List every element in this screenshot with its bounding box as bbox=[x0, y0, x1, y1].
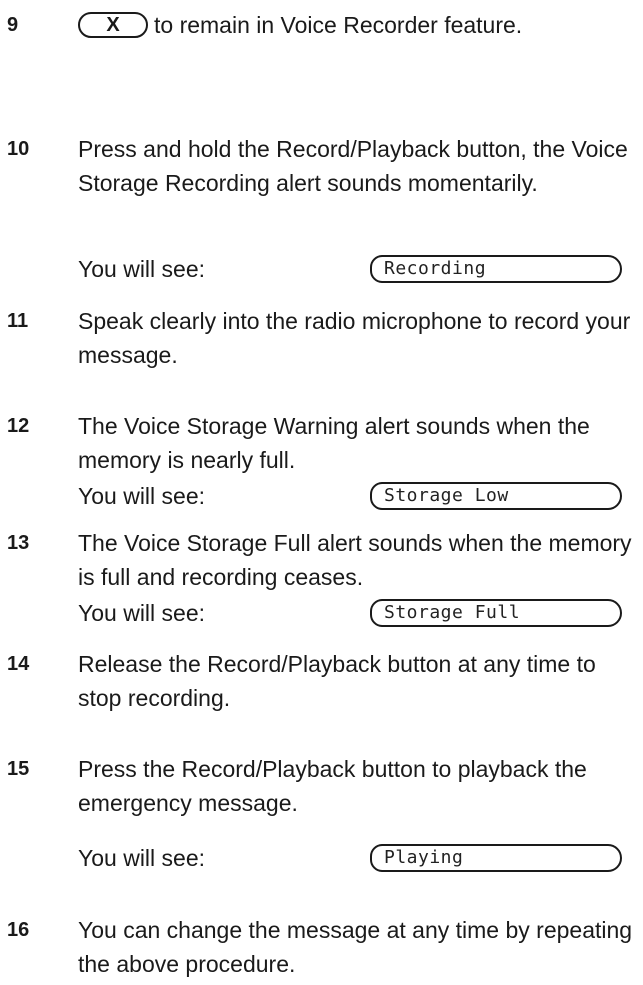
step-text: You can change the message at any time b… bbox=[78, 917, 633, 977]
display-readout: Recording bbox=[370, 255, 622, 283]
step-text: Speak clearly into the radio microphone … bbox=[78, 308, 631, 368]
step-text: The Voice Storage Full alert sounds when… bbox=[78, 530, 632, 590]
you-will-see-row: You will see: Recording bbox=[78, 252, 622, 286]
you-will-see-row: You will see: Storage Full bbox=[78, 596, 622, 630]
step-number: 14 bbox=[7, 653, 30, 675]
step-text: The Voice Storage Warning alert sounds w… bbox=[78, 413, 590, 473]
step-number: 11 bbox=[7, 310, 29, 332]
step-text: Press and hold the Record/Playback butto… bbox=[78, 136, 628, 196]
you-will-see-label: You will see: bbox=[78, 600, 206, 626]
step-number: 15 bbox=[7, 758, 30, 780]
you-will-see-label: You will see: bbox=[78, 483, 206, 509]
step-number: 10 bbox=[7, 138, 30, 160]
display-readout: Storage Full bbox=[370, 599, 622, 627]
step-text: Xto remain in Voice Recorder feature. bbox=[78, 8, 643, 42]
display-readout: Storage Low bbox=[370, 482, 622, 510]
you-will-see-row: You will see: Playing bbox=[78, 841, 622, 875]
display-readout: Playing bbox=[370, 844, 622, 872]
step-text: Press the Record/Playback button to play… bbox=[78, 756, 587, 816]
step-text: Release the Record/Playback button at an… bbox=[78, 651, 596, 711]
step-text-content: to remain in Voice Recorder feature. bbox=[154, 12, 523, 38]
step-number: 13 bbox=[7, 532, 30, 554]
you-will-see-row: You will see: Storage Low bbox=[78, 479, 622, 513]
you-will-see-label: You will see: bbox=[78, 845, 206, 871]
step-number: 9 bbox=[7, 14, 19, 36]
you-will-see-label: You will see: bbox=[78, 256, 206, 282]
step-number: 16 bbox=[7, 919, 30, 941]
x-key-icon: X bbox=[78, 11, 148, 38]
step-number: 12 bbox=[7, 415, 30, 437]
